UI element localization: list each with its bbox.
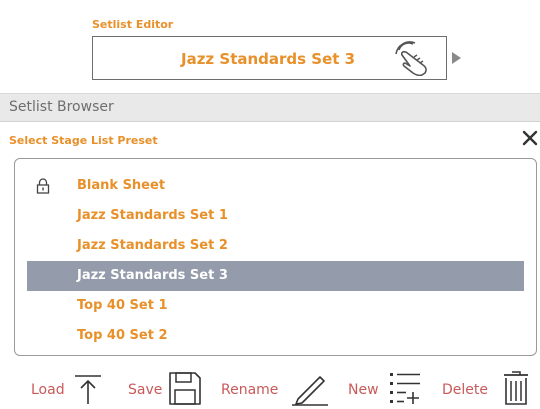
floppy-disk-icon — [169, 372, 201, 405]
preset-item-top-40-set-1[interactable]: Top 40 Set 1 — [27, 291, 524, 321]
preset-item-top-40-set-2[interactable]: Top 40 Set 2 — [27, 321, 524, 351]
lock-icon — [36, 178, 50, 194]
setlist-editor-label: Setlist Editor — [92, 18, 174, 31]
upload-icon — [75, 375, 101, 404]
bottom-toolbar: Load Save Rename New Delete — [0, 368, 540, 409]
play-arrow-icon[interactable] — [452, 52, 461, 64]
delete-button-label: Delete — [442, 382, 488, 398]
new-button-label: New — [348, 382, 379, 398]
preset-item-label: Jazz Standards Set 2 — [77, 238, 228, 253]
delete-button[interactable]: Delete — [440, 368, 538, 409]
setlist-editor-panel: Setlist Editor Jazz Standards Set 3 — [0, 0, 540, 94]
preset-item-label: Top 40 Set 2 — [77, 328, 168, 343]
hand-touch-icon — [395, 41, 427, 76]
current-setlist-display[interactable]: Jazz Standards Set 3 — [92, 36, 447, 80]
preset-item-jazz-standards-set-3[interactable]: Jazz Standards Set 3 — [27, 261, 524, 291]
save-button[interactable]: Save — [125, 368, 210, 409]
trash-icon — [504, 371, 528, 405]
preset-item-label: Jazz Standards Set 3 — [77, 268, 228, 283]
preset-item-label: Top 40 Set 1 — [77, 298, 168, 313]
setlist-browser-header: Setlist Browser — [0, 94, 540, 122]
preset-item-jazz-standards-set-1[interactable]: Jazz Standards Set 1 — [27, 201, 524, 231]
preset-item-label: Blank Sheet — [77, 178, 166, 193]
current-setlist-title: Jazz Standards Set 3 — [181, 50, 356, 68]
rename-button-label: Rename — [221, 382, 279, 398]
close-icon[interactable] — [521, 129, 539, 147]
add-list-icon — [390, 373, 420, 404]
rename-button[interactable]: Rename — [220, 368, 335, 409]
load-button[interactable]: Load — [0, 368, 110, 409]
preset-panel-label: Select Stage List Preset — [9, 134, 158, 147]
new-button[interactable]: New — [345, 368, 430, 409]
preset-item-blank-sheet[interactable]: Blank Sheet — [27, 171, 524, 201]
pencil-icon — [292, 376, 328, 406]
preset-list: Blank Sheet Jazz Standards Set 1 Jazz St… — [14, 158, 537, 356]
preset-item-jazz-standards-set-2[interactable]: Jazz Standards Set 2 — [27, 231, 524, 261]
load-button-label: Load — [31, 382, 65, 398]
preset-item-label: Jazz Standards Set 1 — [77, 208, 228, 223]
setlist-browser-title: Setlist Browser — [9, 99, 114, 115]
save-button-label: Save — [128, 382, 163, 398]
